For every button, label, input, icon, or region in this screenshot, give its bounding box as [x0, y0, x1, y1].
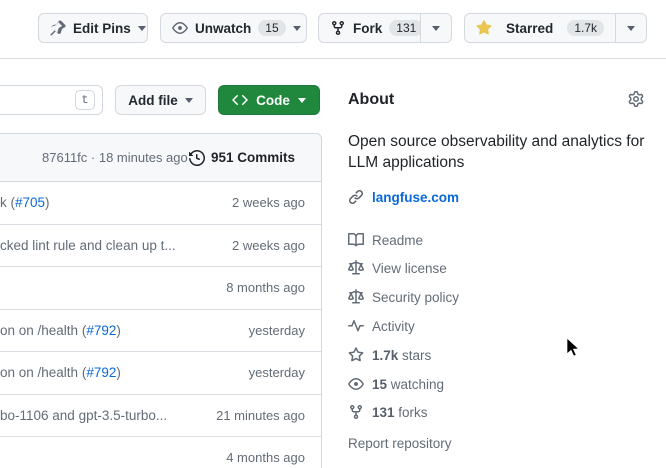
table-row[interactable]: k (#705) 2 weeks ago — [0, 182, 321, 225]
forks-stat: 131 forks — [372, 405, 428, 420]
book-icon — [348, 232, 364, 248]
sidebar-item-watching[interactable]: 15 watching — [348, 374, 444, 394]
commit-history-link[interactable]: 951 Commits — [189, 150, 295, 166]
eye-icon — [348, 376, 364, 392]
code-icon — [232, 92, 248, 108]
star-outline-icon — [348, 347, 364, 363]
website-row: langfuse.com — [348, 189, 459, 205]
issue-link[interactable]: #705 — [15, 195, 45, 210]
fork-icon — [330, 20, 346, 36]
commit-date: 8 months ago — [216, 280, 305, 295]
unwatch-button[interactable]: Unwatch 15 — [160, 13, 307, 43]
go-to-file-input[interactable]: t — [0, 85, 103, 115]
commit-message: k (#705) — [0, 195, 50, 210]
table-row[interactable]: cked lint rule and clean up t... 2 weeks… — [0, 225, 321, 268]
website-link[interactable]: langfuse.com — [372, 190, 459, 205]
law-icon — [348, 289, 364, 305]
commit-date: yesterday — [239, 323, 305, 338]
code-label: Code — [256, 93, 290, 108]
link-icon — [348, 189, 364, 205]
watching-stat: 15 watching — [372, 377, 444, 392]
table-row[interactable]: on on /health (#792) yesterday — [0, 352, 321, 395]
sidebar-item-security[interactable]: Security policy — [348, 287, 459, 307]
watchers-count-badge: 15 — [258, 20, 285, 36]
unwatch-label: Unwatch — [195, 21, 251, 36]
commit-date: 2 weeks ago — [222, 195, 305, 210]
table-row[interactable]: on on /health (#792) yesterday — [0, 310, 321, 353]
issue-link[interactable]: #792 — [86, 323, 116, 338]
stars-stat: 1.7k stars — [372, 348, 431, 363]
chevron-down-icon — [185, 98, 193, 103]
commit-message: on on /health (#792) — [0, 365, 121, 380]
commit-date: yesterday — [239, 365, 305, 380]
readme-label: Readme — [372, 233, 423, 248]
edit-pins-label: Edit Pins — [73, 21, 131, 36]
code-button[interactable]: Code — [218, 85, 320, 115]
latest-commit-meta[interactable]: 87611fc · 18 minutes ago — [42, 150, 188, 165]
chevron-down-icon — [293, 26, 301, 31]
about-heading: About — [348, 91, 394, 109]
security-label: Security policy — [372, 290, 459, 305]
commit-message: cked lint rule and clean up t... — [0, 238, 176, 253]
sidebar-item-stars[interactable]: 1.7k stars — [348, 345, 431, 365]
pin-icon — [50, 20, 66, 36]
commit-date: 21 minutes ago — [206, 408, 305, 423]
latest-commit-bar: 87611fc · 18 minutes ago 951 Commits — [0, 134, 321, 182]
activity-label: Activity — [372, 319, 415, 334]
report-label: Report repository — [348, 436, 452, 451]
commits-count-label: 951 Commits — [211, 150, 295, 165]
sidebar-item-license[interactable]: View license — [348, 258, 447, 278]
add-file-label: Add file — [128, 93, 178, 108]
pulse-icon — [348, 318, 364, 334]
eye-icon — [172, 20, 188, 36]
add-file-button[interactable]: Add file — [115, 85, 206, 115]
commit-date: 4 months ago — [216, 450, 305, 465]
table-row[interactable]: bo-1106 and gpt-3.5-turbo... 21 minutes … — [0, 395, 321, 438]
table-row[interactable]: 8 months ago — [0, 267, 321, 310]
report-repository-link[interactable]: Report repository — [348, 433, 452, 453]
repo-description: Open source observability and analytics … — [348, 131, 648, 173]
table-row[interactable]: 4 months ago — [0, 437, 321, 468]
commit-message: bo-1106 and gpt-3.5-turbo... — [0, 408, 167, 423]
issue-link[interactable]: #792 — [86, 365, 116, 380]
commit-date: 2 weeks ago — [222, 238, 305, 253]
history-icon — [189, 150, 205, 166]
edit-pins-button[interactable]: Edit Pins — [38, 13, 148, 43]
gear-icon[interactable] — [628, 91, 644, 107]
fork-icon — [348, 404, 364, 420]
sidebar-item-activity[interactable]: Activity — [348, 316, 415, 336]
about-sidebar: About Open source observability and anal… — [348, 0, 650, 468]
chevron-down-icon — [298, 98, 306, 103]
law-icon — [348, 260, 364, 276]
file-browser-panel: 87611fc · 18 minutes ago 951 Commits k (… — [0, 133, 322, 468]
sidebar-item-readme[interactable]: Readme — [348, 230, 423, 250]
license-label: View license — [372, 261, 447, 276]
chevron-down-icon — [138, 26, 146, 31]
sidebar-item-forks[interactable]: 131 forks — [348, 402, 428, 422]
commit-message: on on /health (#792) — [0, 323, 121, 338]
keyboard-shortcut-hint: t — [75, 90, 95, 110]
